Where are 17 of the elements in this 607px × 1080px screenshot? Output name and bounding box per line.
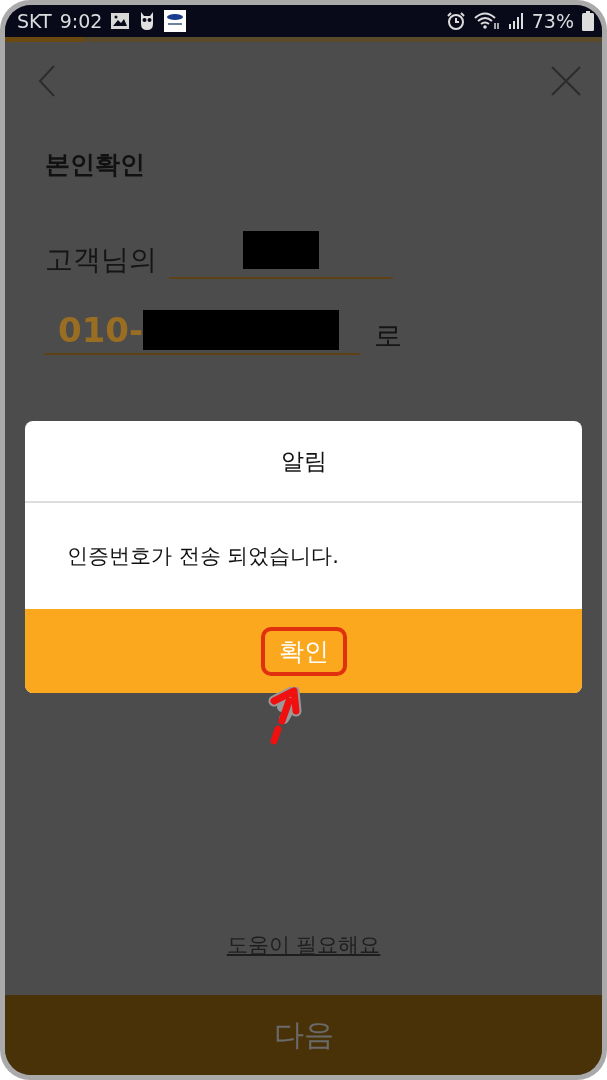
signal-icon — [507, 12, 524, 30]
alarm-icon — [445, 11, 466, 31]
dialog-message: 인증번호가 전송 되었습니다. — [66, 543, 341, 570]
carrier-label: SKT — [17, 10, 52, 32]
clock-time: 9:02 — [59, 10, 103, 32]
confirm-button[interactable]: 확인 — [260, 626, 347, 676]
app-icon — [164, 10, 187, 32]
name-field[interactable] — [169, 231, 393, 279]
image-icon — [110, 12, 131, 30]
back-icon[interactable] — [37, 64, 57, 98]
battery-icon — [582, 11, 594, 31]
page-title: 본인확인 — [45, 149, 146, 181]
name-label: 고객님의 — [45, 242, 157, 278]
wifi-icon — [473, 11, 500, 31]
battery-percent: 73% — [531, 10, 574, 32]
dialog-title: 알림 — [25, 421, 582, 503]
close-icon[interactable] — [550, 65, 582, 97]
